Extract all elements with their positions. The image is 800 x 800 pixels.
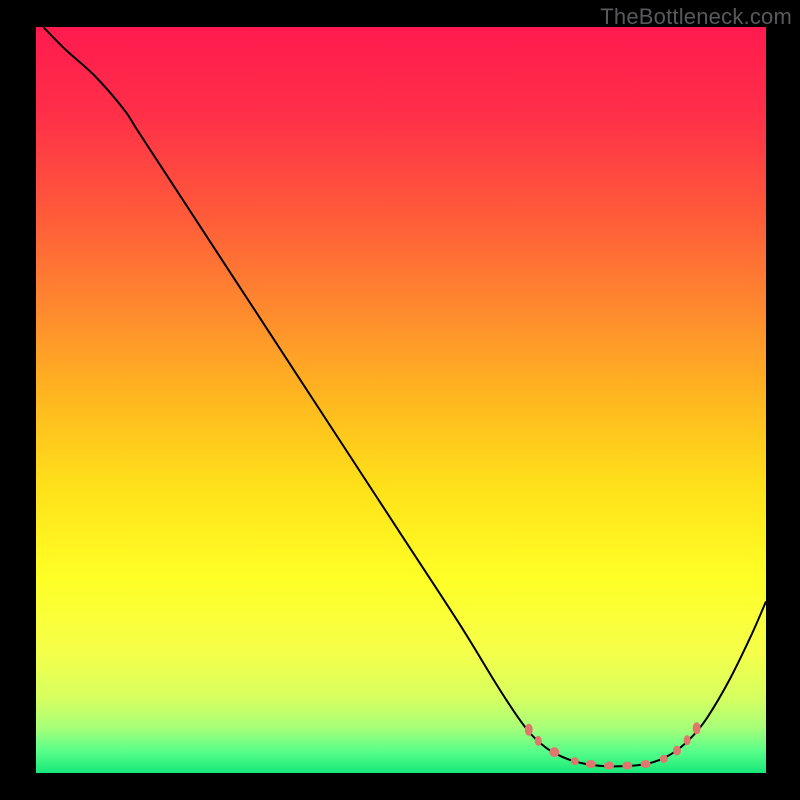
optimal-marker [622, 762, 632, 770]
optimal-marker [693, 722, 701, 734]
optimal-marker [604, 762, 614, 770]
chart-area [36, 27, 766, 773]
gradient-background [36, 27, 766, 773]
chart-svg [36, 27, 766, 773]
optimal-marker [641, 760, 651, 768]
optimal-marker [586, 760, 596, 768]
optimal-marker [684, 735, 691, 745]
optimal-marker [535, 736, 542, 746]
optimal-marker [660, 755, 668, 763]
optimal-marker [571, 757, 579, 765]
watermark-text: TheBottleneck.com [600, 4, 792, 30]
optimal-marker [549, 747, 559, 757]
optimal-marker [673, 746, 681, 756]
optimal-marker [525, 724, 533, 736]
